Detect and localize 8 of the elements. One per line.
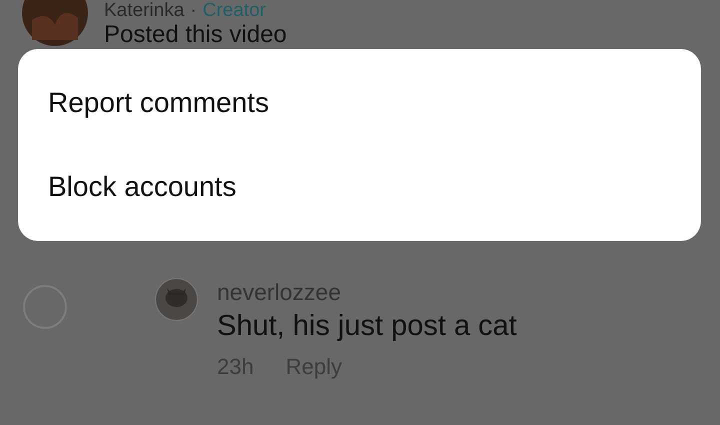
separator: ·: [190, 0, 197, 22]
post-text: Posted this video: [104, 22, 287, 48]
creator-label: Creator: [202, 0, 266, 22]
author-name: Katerinka: [104, 0, 184, 22]
avatar-icon: [155, 278, 198, 321]
comment-text: Shut, his just post a cat: [217, 309, 517, 344]
menu-item[interactable]: Block accounts: [18, 145, 701, 229]
menu-item[interactable]: Report comments: [18, 61, 701, 145]
